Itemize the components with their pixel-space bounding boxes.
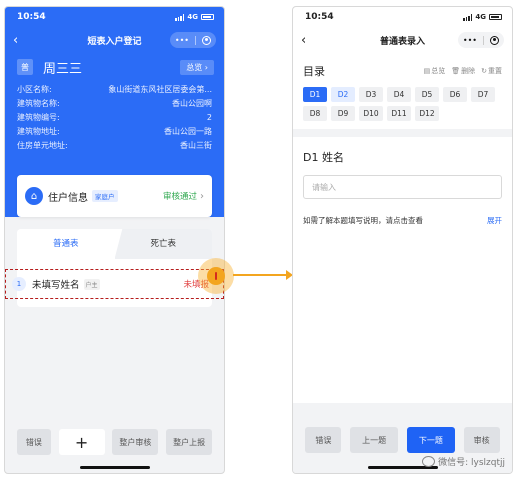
question-title: D1 姓名 xyxy=(303,151,344,164)
question-chip[interactable]: D11 xyxy=(387,106,411,121)
nav-bar: ‹ 短表入户登记 ••• xyxy=(5,27,224,53)
back-icon[interactable]: ‹ xyxy=(301,34,315,47)
reset-action[interactable]: ↻ 重置 xyxy=(481,66,502,76)
household-info-card[interactable]: ⌂ 住户信息 家庭户 审核通过 › xyxy=(17,175,212,217)
wechat-icon xyxy=(422,456,436,467)
wechat-watermark: 微信号: lyslzqtjj xyxy=(422,455,505,468)
previous-question-button[interactable]: 上一题 xyxy=(350,427,399,453)
form-tabs: 普通表 死亡表 xyxy=(17,229,212,259)
question-chip[interactable]: D7 xyxy=(471,87,495,102)
question-grid: D1 D2 D3 D4 D5 D6 D7 D8 D9 D10 D11 D12 xyxy=(303,87,503,121)
error-button[interactable]: 错误 xyxy=(305,427,342,453)
left-bottom-toolbar: 错误 + 整户审核 整户上报 xyxy=(5,423,224,461)
network-label: 4G xyxy=(187,13,198,21)
right-phone-screen: 10:54 4G ‹ 普通表录入 ••• 目录 ▤ 总览 🗑︎ 删除 ↻ 重置 D1 … xyxy=(292,6,513,474)
watermark-text: 微信号: lyslzqtjj xyxy=(438,458,505,468)
close-program-icon[interactable] xyxy=(490,35,499,45)
help-row: 如需了解本题填写说明，请点击查看 展开 xyxy=(293,199,512,226)
mini-program-capsule[interactable]: ••• xyxy=(457,32,504,48)
delete-action[interactable]: 🗑︎ 删除 xyxy=(451,66,475,76)
next-question-button[interactable]: 下一题 xyxy=(406,427,455,453)
resident-row: 普 周三三 总览 › xyxy=(5,53,224,79)
catalog-title: 目录 xyxy=(303,65,325,78)
resident-name: 周三三 xyxy=(43,61,83,77)
section-divider xyxy=(293,129,512,137)
tab-death-form[interactable]: 死亡表 xyxy=(114,229,212,259)
more-icon[interactable]: ••• xyxy=(463,36,477,45)
tab-normal-form[interactable]: 普通表 xyxy=(17,229,115,259)
expand-link[interactable]: 展开 xyxy=(487,215,502,226)
status-time: 10:54 xyxy=(305,12,334,22)
battery-icon xyxy=(201,14,214,20)
network-label: 4G xyxy=(475,13,486,21)
transition-arrow-line xyxy=(233,274,288,276)
signal-icon xyxy=(463,13,473,21)
question-chip[interactable]: D12 xyxy=(415,106,439,121)
household-audit-button[interactable]: 整户审核 xyxy=(112,429,159,455)
info-row: 住房单元地址: 香山三街 xyxy=(17,141,212,150)
back-icon[interactable]: ‹ xyxy=(13,34,27,47)
status-bar: 10:54 4G xyxy=(5,7,224,27)
mini-program-capsule[interactable]: ••• xyxy=(169,32,216,48)
resident-type-tag: 普 xyxy=(17,59,33,75)
left-phone-screen: 10:54 4G ‹ 短表入户登记 ••• 普 周三三 总览 › 小区名称: 象山… xyxy=(4,6,225,474)
question-chip[interactable]: D8 xyxy=(303,106,327,121)
signal-icon xyxy=(175,13,185,21)
status-bar: 10:54 4G xyxy=(293,7,512,27)
household-report-button[interactable]: 整户上报 xyxy=(166,429,213,455)
question-chip[interactable]: D3 xyxy=(359,87,383,102)
question-chip[interactable]: D6 xyxy=(443,87,467,102)
question-catalog: 目录 ▤ 总览 🗑︎ 删除 ↻ 重置 D1 D2 D3 D4 D5 D6 D7 D8 … xyxy=(293,53,512,121)
info-row: 小区名称: 象山街道东风社区居委会第... xyxy=(17,85,212,94)
tap-target-icon xyxy=(207,267,225,285)
question-chip[interactable]: D1 xyxy=(303,87,327,102)
overview-button[interactable]: 总览 › xyxy=(180,59,214,75)
close-program-icon[interactable] xyxy=(202,35,211,45)
question-chip[interactable]: D9 xyxy=(331,106,355,121)
right-bottom-toolbar: 错误 上一题 下一题 审核 xyxy=(293,421,512,459)
question-chip[interactable]: D5 xyxy=(415,87,439,102)
audit-status: 审核通过 xyxy=(162,192,197,202)
question-chip[interactable]: D10 xyxy=(359,106,383,121)
error-button[interactable]: 错误 xyxy=(16,429,51,455)
question-chip[interactable]: D2 xyxy=(331,87,355,102)
status-time: 10:54 xyxy=(17,12,46,22)
household-title: 住户信息 xyxy=(48,192,88,204)
record-name: 未填写姓名 xyxy=(32,280,80,291)
overview-action[interactable]: ▤ 总览 xyxy=(424,66,446,76)
address-info-list: 小区名称: 象山街道东风社区居委会第... 建筑物名称: 香山公园啊 建筑物编号: 2… xyxy=(5,79,224,153)
question-chip[interactable]: D4 xyxy=(387,87,411,102)
trash-icon: 🗑︎ xyxy=(451,67,461,75)
home-indicator xyxy=(79,466,150,469)
info-row: 建筑物编号: 2 xyxy=(17,113,212,122)
household-type-badge: 家庭户 xyxy=(92,190,118,202)
audit-button[interactable]: 审核 xyxy=(463,427,500,453)
battery-icon xyxy=(489,14,502,20)
more-icon[interactable]: ••• xyxy=(175,36,189,45)
record-role-tag: 户主 xyxy=(83,278,100,290)
question-section: D1 姓名 xyxy=(293,137,512,199)
add-member-button[interactable]: + xyxy=(58,429,105,455)
document-icon: ▤ xyxy=(423,67,431,75)
chevron-right-icon: › xyxy=(200,190,204,202)
name-input[interactable] xyxy=(303,175,502,199)
help-text: 如需了解本题填写说明，请点击查看 xyxy=(303,216,423,225)
nav-bar: ‹ 普通表录入 ••• xyxy=(293,27,512,53)
member-record-row[interactable]: 1 未填写姓名 户主 未填报 xyxy=(5,269,224,299)
record-index: 1 xyxy=(12,277,26,291)
refresh-icon: ↻ xyxy=(481,67,487,75)
info-row: 建筑物地址: 香山公园一路 xyxy=(17,127,212,136)
info-row: 建筑物名称: 香山公园啊 xyxy=(17,99,212,108)
house-icon: ⌂ xyxy=(25,187,43,205)
